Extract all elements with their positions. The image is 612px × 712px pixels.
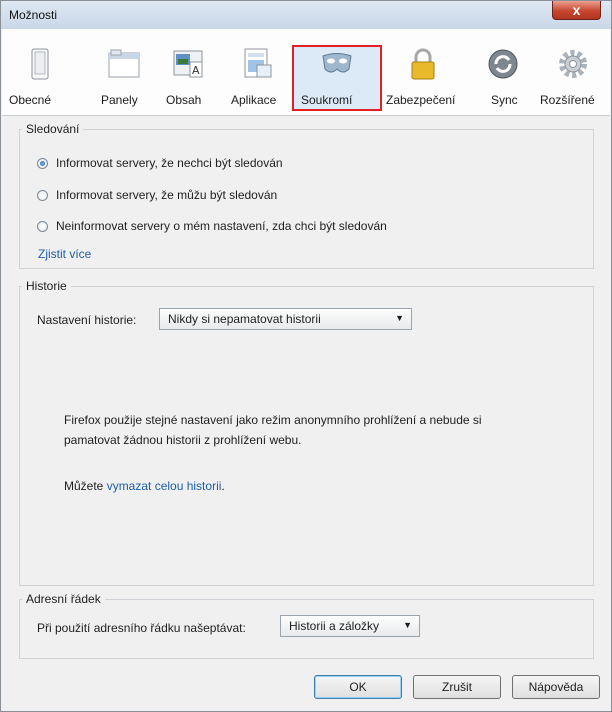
tracking-option-label: Neinformovat servery o mém nastavení, zd… bbox=[56, 219, 387, 233]
ok-button[interactable]: OK bbox=[314, 675, 402, 699]
window-title: Možnosti bbox=[9, 8, 58, 22]
tab-security-label: Zabezpečení bbox=[386, 93, 456, 107]
options-dialog: Možnosti x Obecné Panely A Obsah Aplikac… bbox=[0, 0, 612, 712]
tracking-option-do-not-track[interactable]: Informovat servery, že nechci být sledov… bbox=[37, 156, 283, 170]
tab-content-label: Obsah bbox=[166, 93, 202, 107]
clear-history-prefix: Můžete bbox=[64, 479, 107, 493]
tab-sync-label: Sync bbox=[491, 93, 518, 107]
address-bar-group-title: Adresní řádek bbox=[22, 592, 105, 606]
clear-history-sentence: Můžete vymazat celou historii. bbox=[64, 479, 225, 493]
tab-security[interactable]: Zabezpečení bbox=[386, 29, 458, 115]
tab-advanced-label: Rozšířené bbox=[540, 93, 595, 107]
mask-icon bbox=[322, 53, 352, 73]
history-setting-select[interactable]: Nikdy si nepamatovat historii ▼ bbox=[159, 308, 412, 330]
applications-icon bbox=[244, 48, 272, 78]
preferences-toolbar: Obecné Panely A Obsah Aplikace Soukromí … bbox=[2, 29, 610, 116]
chevron-down-icon: ▼ bbox=[403, 620, 412, 630]
svg-text:A: A bbox=[192, 64, 200, 77]
lock-icon bbox=[411, 48, 435, 80]
help-button[interactable]: Nápověda bbox=[512, 675, 600, 699]
ok-button-label: OK bbox=[349, 680, 367, 694]
tab-privacy-label: Soukromí bbox=[301, 93, 353, 107]
tab-applications-label: Aplikace bbox=[231, 93, 277, 107]
close-button[interactable]: x bbox=[552, 1, 601, 20]
history-info-line-1: Firefox použije stejné nastavení jako re… bbox=[64, 413, 482, 427]
clear-history-suffix: . bbox=[221, 479, 225, 493]
switch-icon bbox=[31, 48, 49, 80]
close-icon: x bbox=[572, 2, 581, 18]
sync-icon bbox=[488, 49, 518, 79]
tab-applications[interactable]: Aplikace bbox=[231, 29, 289, 115]
help-button-label: Nápověda bbox=[528, 680, 584, 694]
tab-general-label: Obecné bbox=[9, 93, 52, 107]
gear-icon bbox=[559, 50, 587, 78]
history-info-line-2: pamatovat žádnou historii z prohlížení w… bbox=[64, 433, 302, 447]
tab-content[interactable]: A Obsah bbox=[166, 29, 216, 115]
address-bar-suggest-label: Při použití adresního řádku našeptávat: bbox=[37, 621, 246, 635]
tracking-option-label: Informovat servery, že můžu být sledován bbox=[56, 188, 278, 202]
address-bar-suggest-value: Historii a záložky bbox=[289, 619, 380, 633]
learn-more-link[interactable]: Zjistit více bbox=[38, 247, 91, 261]
history-group-title: Historie bbox=[22, 279, 71, 293]
tab-privacy[interactable]: Soukromí bbox=[292, 29, 382, 115]
tab-sync[interactable]: Sync bbox=[484, 29, 524, 115]
chevron-down-icon: ▼ bbox=[395, 313, 404, 323]
cancel-button[interactable]: Zrušit bbox=[413, 675, 501, 699]
tab-advanced[interactable]: Rozšířené bbox=[540, 29, 608, 115]
tracking-option-no-preference[interactable]: Neinformovat servery o mém nastavení, zd… bbox=[37, 219, 387, 233]
tracking-group-title: Sledování bbox=[22, 122, 84, 136]
tab-general[interactable]: Obecné bbox=[9, 29, 69, 115]
radio-button[interactable] bbox=[37, 220, 48, 232]
tabs-icon bbox=[108, 49, 140, 78]
tab-tabs[interactable]: Panely bbox=[101, 29, 151, 115]
radio-button[interactable] bbox=[37, 157, 48, 169]
cancel-button-label: Zrušit bbox=[442, 680, 472, 694]
tab-tabs-label: Panely bbox=[101, 93, 138, 107]
radio-button[interactable] bbox=[37, 189, 48, 201]
tracking-option-allow-track[interactable]: Informovat servery, že můžu být sledován bbox=[37, 188, 277, 202]
clear-history-link[interactable]: vymazat celou historii bbox=[107, 479, 222, 493]
history-setting-label: Nastavení historie: bbox=[37, 313, 137, 327]
history-setting-value: Nikdy si nepamatovat historii bbox=[168, 312, 321, 326]
title-bar: Možnosti x bbox=[1, 1, 611, 29]
content-icon: A bbox=[173, 50, 203, 78]
address-bar-suggest-select[interactable]: Historii a záložky ▼ bbox=[280, 615, 420, 637]
tracking-option-label: Informovat servery, že nechci být sledov… bbox=[56, 156, 283, 170]
